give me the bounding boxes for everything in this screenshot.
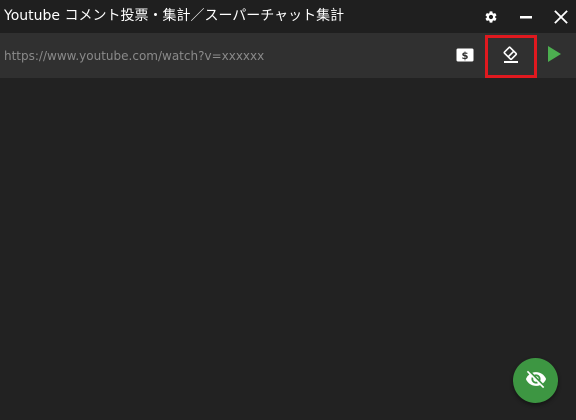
toggle-visibility-button[interactable] — [513, 358, 558, 403]
minimize-icon — [519, 10, 533, 24]
app-window: Youtube コメント投票・集計／スーパーチャット集計 https://www… — [0, 0, 576, 420]
minimize-button[interactable] — [513, 4, 539, 30]
url-input[interactable] — [0, 33, 440, 78]
url-bar: $ — [0, 33, 576, 78]
clear-button[interactable] — [485, 35, 537, 78]
close-icon — [554, 10, 568, 24]
eraser-icon — [502, 46, 520, 68]
start-button[interactable] — [542, 45, 566, 67]
superchat-button[interactable]: $ — [454, 45, 476, 67]
settings-button[interactable] — [478, 4, 504, 30]
play-icon — [547, 46, 561, 66]
window-title: Youtube コメント投票・集計／スーパーチャット集計 — [4, 8, 345, 24]
svg-text:$: $ — [462, 51, 469, 62]
eye-off-icon — [525, 368, 547, 394]
dollar-bill-icon: $ — [456, 47, 474, 66]
gear-icon — [484, 10, 498, 24]
comment-list-area — [0, 78, 576, 420]
close-button[interactable] — [548, 4, 574, 30]
title-bar[interactable]: Youtube コメント投票・集計／スーパーチャット集計 — [0, 0, 576, 33]
